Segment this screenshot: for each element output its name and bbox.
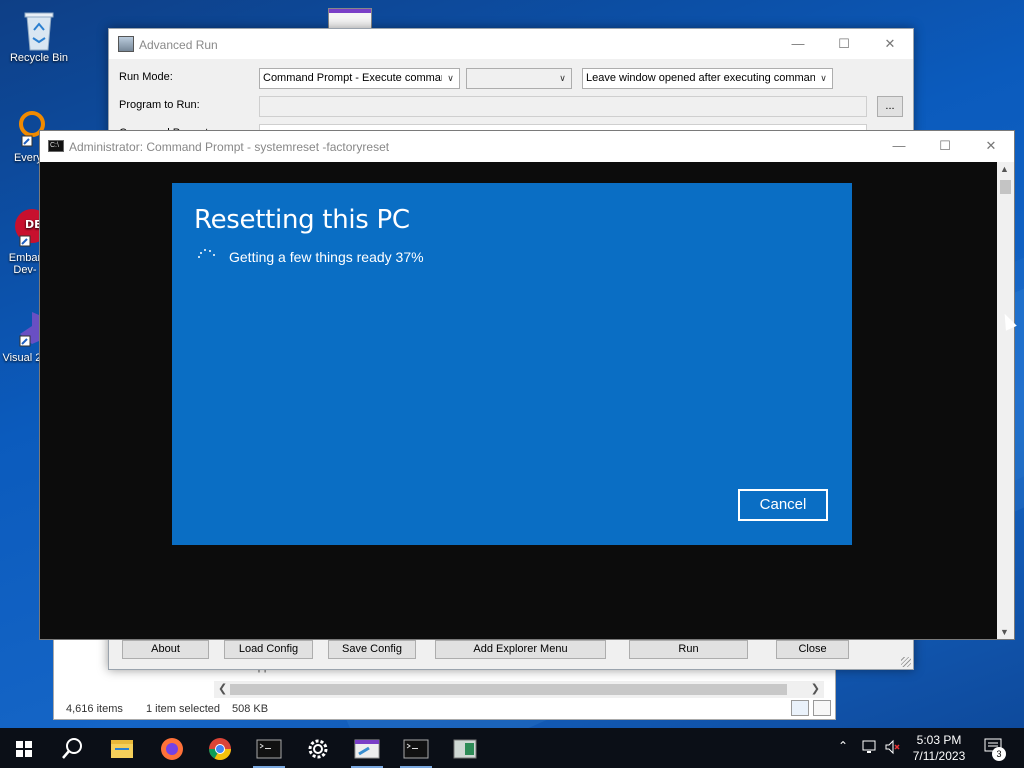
loading-spinner-icon xyxy=(196,247,216,259)
settings-icon xyxy=(308,739,328,759)
search-button[interactable] xyxy=(48,732,96,768)
reset-pc-dialog: Resetting this PC Getting a few things r… xyxy=(172,183,852,545)
desktop-icon-recycle-bin[interactable]: Recycle Bin xyxy=(1,8,77,64)
maximize-button[interactable]: ☐ xyxy=(922,131,968,162)
window-option-value: Leave window opened after executing comm… xyxy=(586,72,823,84)
taskbar-chrome[interactable] xyxy=(196,732,244,768)
taskbar-file-explorer[interactable] xyxy=(98,732,146,768)
explorer-status-bar: 4,616 items 1 item selected 508 KB xyxy=(54,699,835,719)
advanced-run-icon xyxy=(354,739,380,759)
system-clock[interactable]: 5:03 PM 7/11/2023 xyxy=(895,732,983,764)
taskbar-advanced-run[interactable] xyxy=(343,732,391,768)
taskbar-window-app[interactable] xyxy=(441,732,489,768)
taskbar-terminal-2[interactable] xyxy=(392,732,440,768)
close-button[interactable]: Close xyxy=(776,640,849,659)
program-to-run-input[interactable] xyxy=(259,96,867,117)
network-icon[interactable] xyxy=(861,738,879,759)
recycle-bin-icon xyxy=(19,8,59,51)
show-hidden-icons-button[interactable]: ⌃ xyxy=(838,739,848,753)
terminal-icon xyxy=(403,739,429,759)
desktop: Recycle Bin Every DE Embar Dev- Visual 2… xyxy=(0,0,1024,728)
minimize-button[interactable]: — xyxy=(775,29,821,59)
window-title: Administrator: Command Prompt - systemre… xyxy=(69,140,390,154)
horizontal-scrollbar[interactable]: ❮ ❯ xyxy=(214,681,824,698)
details-view-button[interactable] xyxy=(791,700,809,716)
close-window-button[interactable]: ✕ xyxy=(867,29,913,59)
close-window-button[interactable]: ✕ xyxy=(968,131,1014,162)
app-titlebar-strip xyxy=(329,9,371,13)
resize-grip[interactable] xyxy=(901,657,911,667)
vertical-scrollbar[interactable]: ▲ ▼ xyxy=(997,162,1014,639)
search-icon xyxy=(62,738,82,759)
file-explorer-icon xyxy=(111,740,133,758)
desktop-icon-label: Recycle Bin xyxy=(9,52,69,64)
program-to-run-label: Program to Run: xyxy=(119,99,200,111)
cancel-button[interactable]: Cancel xyxy=(738,489,828,521)
notification-center-button[interactable]: 3 xyxy=(984,738,1008,761)
start-button[interactable] xyxy=(0,730,48,766)
scroll-left-icon[interactable]: ❮ xyxy=(218,682,227,695)
window-app-icon xyxy=(453,739,477,759)
taskbar-firefox[interactable] xyxy=(148,732,196,768)
chevron-up-icon: ⌃ xyxy=(838,739,849,753)
about-button[interactable]: About xyxy=(122,640,209,659)
scrollbar-thumb[interactable] xyxy=(230,684,787,695)
minimize-button[interactable]: — xyxy=(876,131,922,162)
run-button[interactable]: Run xyxy=(629,640,748,659)
run-mode-dropdown[interactable]: Command Prompt - Execute command ∨ xyxy=(259,68,460,89)
windows-start-icon xyxy=(16,741,32,757)
taskbar-terminal[interactable] xyxy=(245,732,293,768)
terminal-icon xyxy=(256,739,282,759)
scroll-up-icon[interactable]: ▲ xyxy=(1000,164,1009,174)
command-prompt-icon: C:\ xyxy=(48,140,64,152)
status-item-count: 4,616 items xyxy=(66,703,123,715)
status-selected: 1 item selected xyxy=(146,703,220,715)
maximize-button[interactable]: ☐ xyxy=(821,29,867,59)
chevron-down-icon: ∨ xyxy=(554,69,571,88)
command-prompt-titlebar[interactable]: C:\ Administrator: Command Prompt - syst… xyxy=(40,131,1014,162)
clock-time: 5:03 PM xyxy=(916,733,962,747)
scroll-right-icon[interactable]: ❯ xyxy=(811,682,820,695)
status-size: 508 KB xyxy=(232,703,269,715)
browse-button[interactable]: ... xyxy=(877,96,903,117)
taskbar-settings[interactable] xyxy=(294,732,342,768)
window-option-dropdown[interactable]: Leave window opened after executing comm… xyxy=(582,68,833,89)
taskbar: ⌃ 5:03 PM 7/11/2023 3 xyxy=(0,728,1024,768)
advanced-run-titlebar[interactable]: Advanced Run — ☐ ✕ xyxy=(109,29,913,59)
firefox-icon xyxy=(161,738,183,760)
load-config-button[interactable]: Load Config xyxy=(224,640,313,659)
secondary-dropdown[interactable]: ∨ xyxy=(466,68,572,89)
reset-title: Resetting this PC xyxy=(194,205,410,235)
chevron-down-icon: ∨ xyxy=(815,69,832,88)
chevron-down-icon: ∨ xyxy=(442,69,459,88)
scroll-down-icon[interactable]: ▼ xyxy=(1000,627,1009,637)
save-config-button[interactable]: Save Config xyxy=(328,640,416,659)
chrome-icon xyxy=(209,738,231,760)
scrollbar-thumb[interactable] xyxy=(1000,180,1011,194)
add-explorer-menu-button[interactable]: Add Explorer Menu xyxy=(435,640,606,659)
large-icons-view-button[interactable] xyxy=(813,700,831,716)
reset-status-text: Getting a few things ready 37% xyxy=(229,249,424,265)
run-mode-value: Command Prompt - Execute command xyxy=(263,72,454,84)
window-title: Advanced Run xyxy=(139,38,218,52)
advanced-run-app-icon xyxy=(118,36,134,52)
background-app-window[interactable] xyxy=(328,8,372,30)
notification-count-badge: 3 xyxy=(992,747,1006,761)
clock-date: 7/11/2023 xyxy=(912,749,966,763)
run-mode-label: Run Mode: xyxy=(119,71,173,83)
